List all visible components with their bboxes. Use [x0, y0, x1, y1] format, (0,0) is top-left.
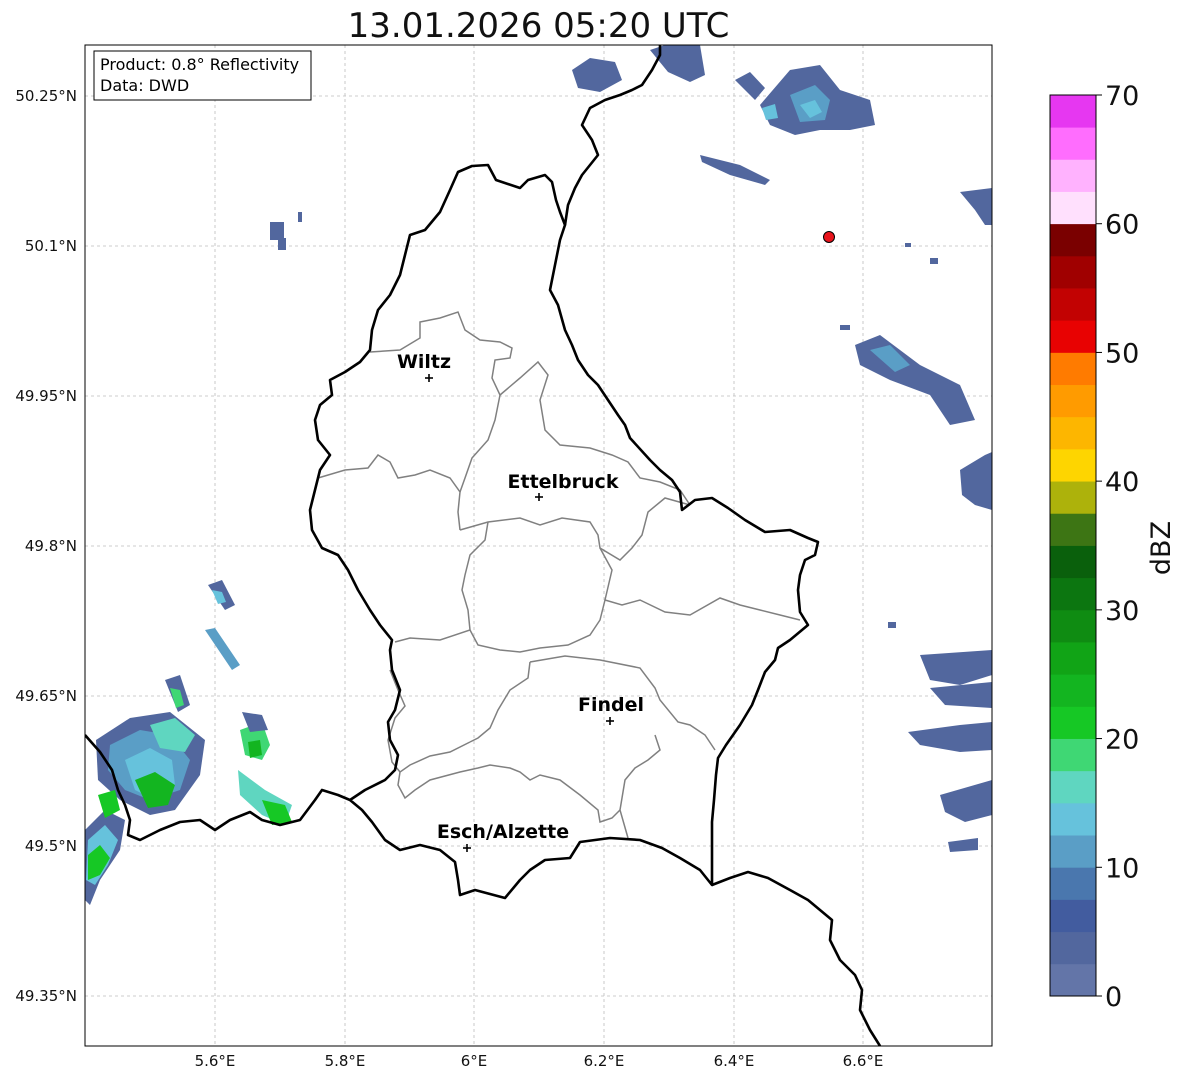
colorbar-step [1050, 513, 1096, 546]
colorbar-step [1050, 384, 1096, 418]
city-label-wiltz: Wiltz [397, 351, 451, 373]
lat-label: 49.8°N [25, 537, 77, 555]
colorbar-tick-label: 40 [1105, 467, 1139, 498]
lon-label: 6°E [461, 1052, 488, 1070]
city-label-findel: Findel [578, 694, 644, 716]
lon-label: 6.6°E [843, 1052, 884, 1070]
city-label-ettelbruck: Ettelbruck [508, 471, 619, 493]
lon-label: 5.6°E [195, 1052, 236, 1070]
colorbar-tick-label: 50 [1105, 338, 1139, 369]
colorbar-step [1050, 770, 1096, 804]
colorbar-step [1050, 191, 1096, 225]
lat-label: 50.1°N [25, 237, 77, 255]
colorbar-step [1050, 835, 1096, 868]
radar-site-marker [823, 231, 835, 243]
colorbar-step [1050, 255, 1096, 289]
colorbar-step [1050, 738, 1096, 772]
colorbar-tick-label: 0 [1105, 982, 1122, 1013]
colorbar-step [1050, 642, 1096, 675]
radar-map: Wiltz Ettelbruck Findel Esch/Alzette Pro… [15, 44, 1177, 1070]
colorbar-tick-label: 10 [1105, 853, 1139, 884]
colorbar-step [1050, 352, 1096, 386]
info-box: Product: 0.8° Reflectivity Data: DWD [93, 50, 312, 101]
city-label-esch: Esch/Alzette [437, 821, 569, 843]
colorbar-step [1050, 577, 1096, 611]
lon-label: 5.8°E [325, 1052, 366, 1070]
map-area [85, 45, 992, 1046]
colorbar-step [1050, 448, 1096, 482]
lat-axis: 50.25°N 50.1°N 49.95°N 49.8°N 49.65°N 49… [15, 87, 77, 1005]
colorbar-ticks: 0 10 20 30 40 50 60 70 [1096, 81, 1139, 1013]
colorbar-step [1050, 545, 1096, 579]
colorbar-step [1050, 288, 1096, 321]
colorbar-step [1050, 899, 1096, 933]
lat-label: 49.65°N [15, 687, 77, 705]
colorbar-tick-label: 70 [1105, 81, 1139, 112]
colorbar-step [1050, 867, 1096, 900]
info-product: Product: 0.8° Reflectivity [100, 55, 299, 74]
lon-label: 6.2°E [584, 1052, 625, 1070]
colorbar-unit-label: dBZ [1146, 521, 1177, 575]
colorbar-step [1050, 127, 1096, 160]
colorbar-step [1050, 931, 1096, 965]
colorbar: 0 10 20 30 40 50 60 70 dBZ [1049, 81, 1177, 1013]
colorbar-step [1050, 223, 1096, 257]
colorbar-step [1050, 159, 1096, 192]
lon-label: 6.4°E [714, 1052, 755, 1070]
colorbar-step [1050, 674, 1096, 707]
colorbar-tick-label: 60 [1105, 210, 1139, 241]
colorbar-step [1050, 706, 1096, 739]
colorbar-tick-label: 20 [1105, 725, 1139, 756]
colorbar-step [1050, 481, 1096, 514]
colorbar-step [1050, 609, 1096, 643]
colorbar-step [1050, 963, 1096, 997]
colorbar-step [1050, 416, 1096, 450]
colorbar-step [1050, 802, 1096, 836]
info-source: Data: DWD [100, 76, 189, 95]
colorbar-step [1050, 95, 1096, 128]
lat-label: 50.25°N [15, 87, 77, 105]
colorbar-step [1050, 320, 1096, 353]
lat-label: 49.35°N [15, 987, 77, 1005]
lat-label: 49.95°N [15, 387, 77, 405]
colorbar-tick-label: 30 [1105, 596, 1139, 627]
lat-label: 49.5°N [25, 837, 77, 855]
colorbar-steps [1050, 95, 1096, 997]
lon-axis: 5.6°E 5.8°E 6°E 6.2°E 6.4°E 6.6°E [195, 1052, 884, 1070]
